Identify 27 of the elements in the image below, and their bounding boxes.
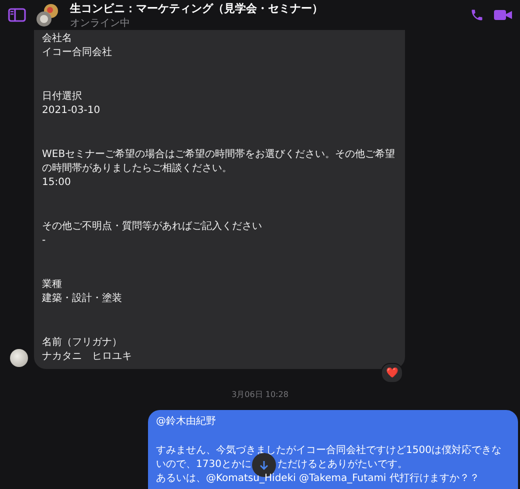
heart-reaction[interactable]: ❤ [381, 363, 403, 383]
mention-text: @鈴木由紀野 [156, 415, 217, 429]
message-text: ただけるとありがたいです。 [277, 458, 408, 472]
message-text: いので、1730とかに [156, 458, 252, 472]
field-label: その他ご不明点・質問等があればご記入ください [42, 220, 263, 234]
field-value: イコー合同会社 [42, 46, 113, 60]
message-timestamp: 3月06日 10:28 [232, 389, 288, 400]
field-value: 15:00 [42, 176, 72, 190]
field-value: - [42, 234, 47, 248]
down-arrow-icon [259, 460, 270, 470]
field-label: 日付選択 [42, 90, 83, 104]
field-label: 業種 [42, 278, 63, 292]
message-text: あるいは、@Komatsu_Hideki @Takema_Futami 代打行けますか？？ [156, 472, 480, 486]
phone-icon[interactable] [470, 8, 484, 22]
chat-title: 生コンビニ：マーケティング（見学会・セミナー） [70, 0, 324, 16]
field-value: 建築・設計・塗装 [42, 292, 123, 306]
field-value: 2021-03-10 [42, 104, 102, 118]
field-label: WEBセミナーご希望の場合はご希望の時間帯をお選びください。その他ご希望の時間帯がありましたらご相談ください。 [42, 148, 396, 176]
sidebar-toggle-icon[interactable] [8, 8, 26, 22]
group-avatar-icon [36, 3, 60, 27]
video-call-icon[interactable] [494, 8, 512, 22]
sender-avatar [10, 349, 28, 367]
field-label: 名前（フリガナ） [42, 336, 123, 350]
message-text: すみません、今気づきましたがイコー合同会社ですけど1500は僕対応できな [156, 444, 502, 458]
field-label: 会社名 [42, 32, 73, 46]
field-value: ナカタニ ヒロユキ [42, 350, 133, 364]
online-status: オンライン中 [70, 16, 131, 30]
